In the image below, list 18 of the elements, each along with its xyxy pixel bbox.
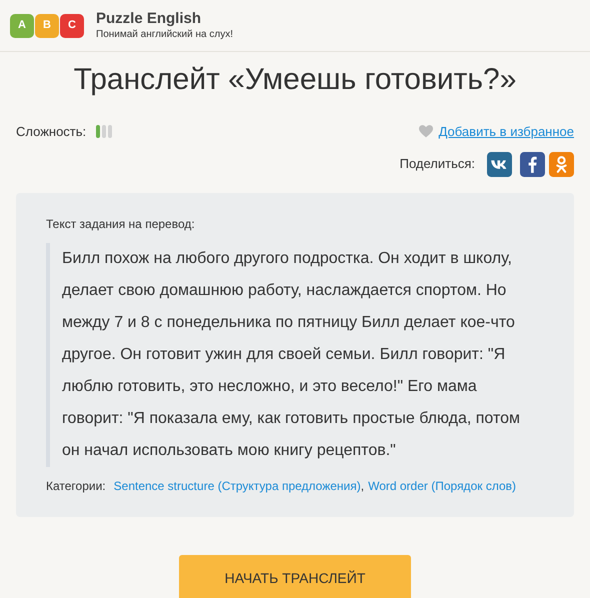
favorite-link[interactable]: Добавить в избранное [438,122,574,142]
separator-comma: , [360,478,364,492]
tagline: Понимай английский на слух! [96,28,233,42]
brand-name: Puzzle English [96,10,202,28]
task-text: Билл похож на любого другого подростка. Он ходит в школу, делает свою домашнюю работу, наслаждается спортом. Но между 7 и 8 с понедельника по пятницу Билл делает кое-что другое. Он готовит ужин для своей семьи. Билл говорит: "Я люблю готовить, это несложно, и это весело!" Его мама говорит: "Я показала ему, как готовить простые блюда, потом он начал использовать мою книгу рецептов." [62,248,522,460]
categories-label: Категории: [46,478,106,492]
category-link[interactable]: Word order (Порядок слов) [368,478,516,492]
share-label: Поделиться: [400,155,475,174]
category-link[interactable]: Sentence structure (Структура предложения) [114,478,361,492]
puzzle-piece-icon: A [10,14,34,38]
task-label: Текст задания на перевод: [46,216,196,232]
difficulty-label: Сложность: [16,123,86,141]
facebook-share-icon[interactable] [520,152,545,176]
start-button[interactable]: НАЧАТЬ ТРАНСЛЕЙТ [179,554,411,598]
puzzle-piece-icon: B [35,14,59,38]
puzzle-piece-icon: C [60,14,84,38]
page-title: Транслейт «Умеешь готовить?» [72,62,518,98]
vk-share-icon[interactable] [487,152,512,176]
